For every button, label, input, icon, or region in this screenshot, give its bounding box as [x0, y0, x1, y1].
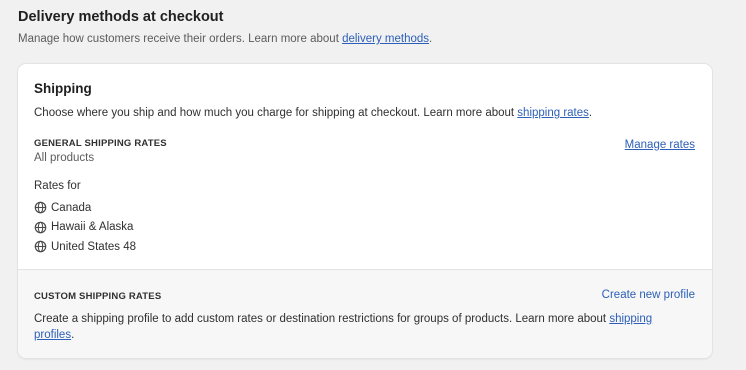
custom-rates-description-text: Create a shipping profile to add custom … — [34, 313, 610, 325]
globe-icon — [34, 221, 47, 234]
zone-item-canada: Canada — [34, 198, 136, 218]
create-new-profile-button[interactable]: Create new profile — [602, 289, 695, 301]
section-description-end: . — [429, 33, 433, 45]
custom-rates-section: CUSTOM SHIPPING RATES Create new profile… — [18, 270, 712, 358]
delivery-methods-link[interactable]: delivery methods — [342, 33, 429, 45]
zone-item-hawaii-alaska: Hawaii & Alaska — [34, 218, 136, 238]
custom-rates-description: Create a shipping profile to add custom … — [34, 311, 694, 343]
manage-rates-link[interactable]: Manage rates — [625, 139, 695, 151]
rates-for-label: Rates for — [34, 180, 81, 192]
shipping-card: Shipping Choose where you ship and how m… — [18, 64, 712, 358]
shipping-description: Choose where you ship and how much you c… — [34, 107, 592, 119]
shipping-description-end: . — [588, 107, 593, 119]
all-products-text: All products — [34, 152, 95, 164]
zone-name: United States 48 — [51, 240, 137, 253]
section-title: Delivery methods at checkout — [18, 9, 224, 25]
general-rates-section: Shipping Choose where you ship and how m… — [18, 64, 712, 269]
zone-list: Canada Hawaii & Alaska United States 48 — [34, 198, 136, 257]
general-shipping-rates-label: GENERAL SHIPPING RATES — [34, 138, 167, 149]
section-description-text: Manage how customers receive their order… — [18, 33, 343, 45]
custom-shipping-rates-label: CUSTOM SHIPPING RATES — [34, 291, 162, 302]
zone-item-united-states-48: United States 48 — [34, 237, 136, 257]
zone-name: Hawaii & Alaska — [51, 221, 134, 234]
shipping-heading: Shipping — [34, 81, 92, 96]
globe-icon — [34, 201, 47, 214]
globe-icon — [34, 240, 47, 253]
shipping-rates-link[interactable]: shipping rates — [517, 107, 589, 119]
custom-rates-description-end: . — [71, 329, 75, 341]
shipping-description-text: Choose where you ship and how much you c… — [34, 107, 518, 119]
zone-name: Canada — [51, 201, 92, 214]
section-description: Manage how customers receive their order… — [18, 33, 432, 45]
